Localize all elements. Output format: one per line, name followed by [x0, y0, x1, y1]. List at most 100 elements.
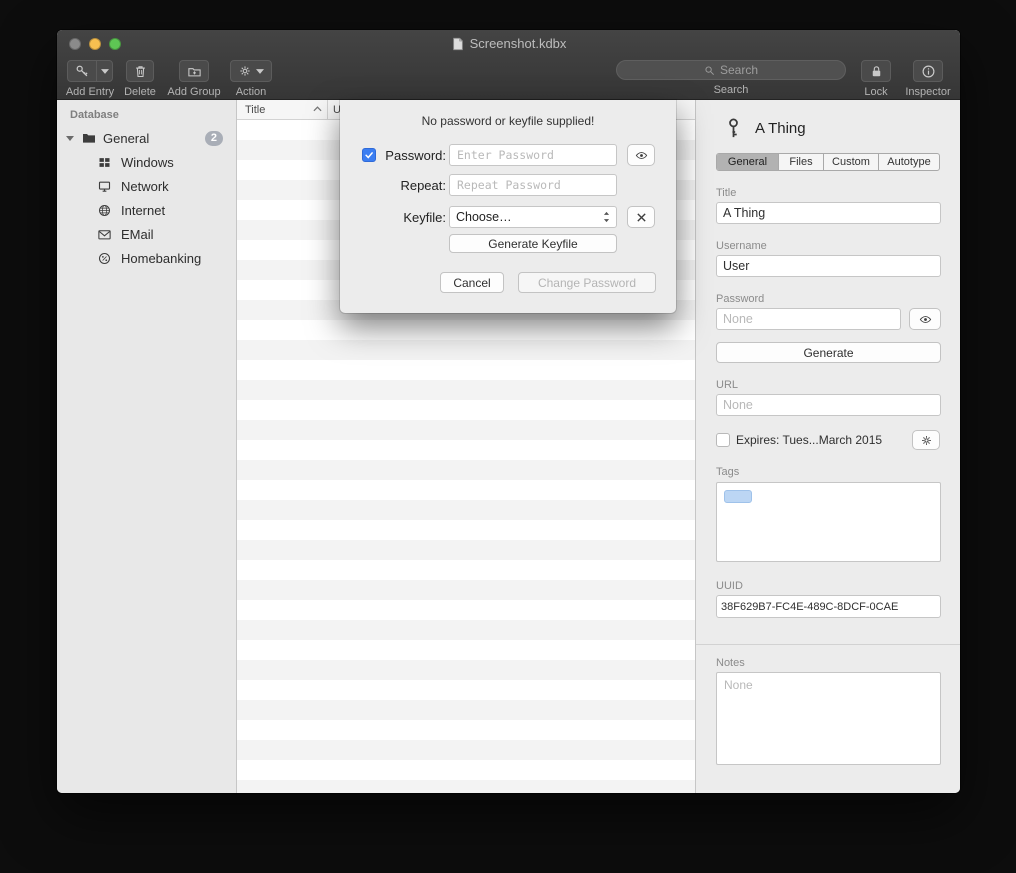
folder-icon — [81, 130, 97, 146]
window-header: Screenshot.kdbx Add Entry Delete Add Gro — [57, 30, 960, 100]
expires-checkbox[interactable] — [716, 433, 730, 447]
password-field-label: Password — [716, 293, 940, 305]
envelope-icon — [97, 227, 112, 242]
document-icon — [451, 37, 465, 51]
column-divider[interactable] — [327, 100, 328, 119]
dialog-password-input[interactable] — [449, 144, 617, 166]
search-input[interactable]: Search — [616, 60, 846, 80]
sidebar-item-label: General — [103, 131, 149, 146]
globe-icon — [97, 203, 112, 218]
lock-button[interactable] — [861, 60, 891, 82]
toolbar-item-add-group: Add Group — [163, 60, 225, 98]
change-password-dialog: No password or keyfile supplied! Passwor… — [340, 100, 676, 313]
add-group-button[interactable] — [179, 60, 209, 82]
title-field[interactable] — [716, 202, 941, 224]
sort-ascending-icon — [313, 106, 322, 112]
url-field[interactable] — [716, 394, 941, 416]
traffic-lights — [69, 38, 121, 50]
entry-title: A Thing — [755, 120, 806, 137]
add-entry-label: Add Entry — [60, 86, 120, 98]
folder-plus-icon — [187, 64, 202, 79]
uuid-field[interactable] — [716, 595, 941, 618]
entry-header: A Thing — [696, 100, 960, 139]
toolbar-item-action: Action — [227, 60, 275, 98]
key-plus-icon — [68, 61, 97, 81]
notes-field[interactable] — [716, 672, 941, 765]
search-placeholder: Search — [720, 63, 758, 77]
minimize-button[interactable] — [89, 38, 101, 50]
sidebar-item-email[interactable]: EMail — [57, 222, 236, 246]
username-field-label: Username — [716, 240, 940, 252]
title-field-label: Title — [716, 187, 940, 199]
clear-keyfile-button[interactable] — [627, 206, 655, 228]
disclosure-triangle-icon[interactable] — [65, 133, 75, 143]
sidebar-item-windows[interactable]: Windows — [57, 150, 236, 174]
password-enabled-checkbox[interactable] — [362, 148, 376, 162]
action-label: Action — [227, 86, 275, 98]
change-password-button[interactable]: Change Password — [518, 272, 656, 293]
toolbar-item-lock: Lock — [854, 60, 898, 98]
sidebar-item-network[interactable]: Network — [57, 174, 236, 198]
gear-icon — [920, 434, 933, 447]
expires-options-button[interactable] — [912, 430, 940, 450]
generate-keyfile-button[interactable]: Generate Keyfile — [449, 234, 617, 253]
expires-label: Expires: Tues...March 2015 — [736, 433, 882, 447]
password-field[interactable] — [716, 308, 901, 330]
toolbar-item-search: Search Search — [616, 60, 846, 96]
inspector-panel: A Thing General Files Custom Autotype Ti… — [695, 100, 960, 793]
dialog-keyfile-label: Keyfile: — [340, 210, 446, 225]
delete-button[interactable] — [126, 60, 154, 82]
chevron-down-icon[interactable] — [97, 61, 112, 81]
inspector-tabs: General Files Custom Autotype — [716, 153, 940, 171]
zoom-button[interactable] — [109, 38, 121, 50]
sidebar-item-label: Homebanking — [121, 251, 201, 266]
coin-percent-icon — [97, 251, 112, 266]
tags-field[interactable] — [716, 482, 941, 562]
eye-icon — [633, 149, 650, 162]
close-button[interactable] — [69, 38, 81, 50]
url-field-label: URL — [716, 379, 940, 391]
lock-label: Lock — [854, 86, 898, 98]
search-label: Search — [616, 84, 846, 96]
eye-icon — [917, 313, 934, 326]
toolbar-item-delete: Delete — [120, 60, 160, 98]
tab-autotype[interactable]: Autotype — [879, 154, 939, 170]
window-title: Screenshot.kdbx — [470, 36, 567, 51]
add-entry-button[interactable] — [67, 60, 113, 82]
column-header-title[interactable]: Title — [245, 104, 265, 116]
sidebar-item-internet[interactable]: Internet — [57, 198, 236, 222]
dialog-repeat-input[interactable] — [449, 174, 617, 196]
tag-chip[interactable] — [724, 490, 752, 503]
tab-general[interactable]: General — [717, 154, 779, 170]
dialog-message: No password or keyfile supplied! — [340, 100, 676, 128]
sidebar-item-label: Network — [121, 179, 169, 194]
toolbar-item-inspector: Inspector — [902, 60, 954, 98]
toolbar-item-add-entry: Add Entry — [60, 60, 120, 98]
keyfile-popup-button[interactable]: Choose… — [449, 206, 617, 228]
dialog-reveal-password-button[interactable] — [627, 144, 655, 166]
sidebar-item-homebanking[interactable]: Homebanking — [57, 246, 236, 270]
x-icon — [636, 212, 647, 223]
add-group-label: Add Group — [163, 86, 225, 98]
monitor-icon — [97, 179, 112, 194]
section-divider — [696, 644, 960, 645]
sidebar-item-label: EMail — [121, 227, 154, 242]
tags-field-label: Tags — [716, 466, 940, 478]
username-field[interactable] — [716, 255, 941, 277]
sidebar-item-label: Windows — [121, 155, 174, 170]
inspector-button[interactable] — [913, 60, 943, 82]
keyfile-popup-value: Choose… — [456, 210, 512, 224]
sidebar-section-header: Database — [57, 100, 236, 126]
tab-custom[interactable]: Custom — [824, 154, 879, 170]
cancel-button[interactable]: Cancel — [440, 272, 504, 293]
sidebar-item-general[interactable]: General 2 — [57, 126, 236, 150]
chevron-down-icon — [256, 69, 264, 74]
titlebar[interactable]: Screenshot.kdbx — [57, 30, 960, 57]
reveal-password-button[interactable] — [909, 308, 941, 330]
action-button[interactable] — [230, 60, 272, 82]
tab-files[interactable]: Files — [779, 154, 824, 170]
dialog-password-label: Password: — [340, 148, 446, 163]
info-icon — [921, 64, 936, 79]
padlock-icon — [869, 64, 884, 79]
generate-password-button[interactable]: Generate — [716, 342, 941, 363]
